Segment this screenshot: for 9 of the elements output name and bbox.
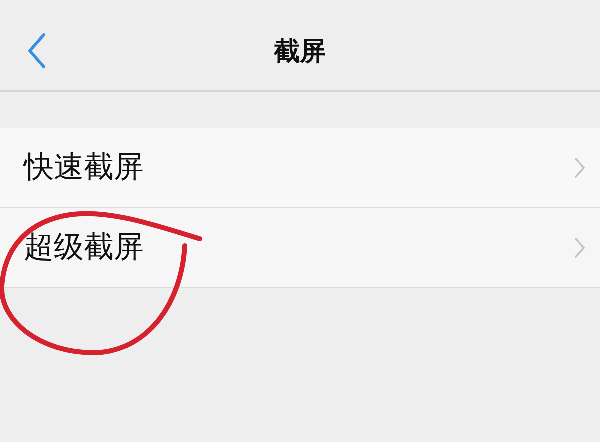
settings-row[interactable]: 快速截屏 [0, 128, 600, 208]
back-button[interactable] [26, 33, 48, 69]
row-label: 超级截屏 [24, 229, 144, 267]
back-icon [26, 33, 48, 69]
settings-row[interactable]: 超级截屏 [0, 208, 600, 288]
page-title: 截屏 [272, 36, 327, 68]
chevron-icon [574, 236, 586, 258]
row-label: 快速截屏 [24, 149, 144, 187]
chevron-icon [574, 156, 586, 178]
